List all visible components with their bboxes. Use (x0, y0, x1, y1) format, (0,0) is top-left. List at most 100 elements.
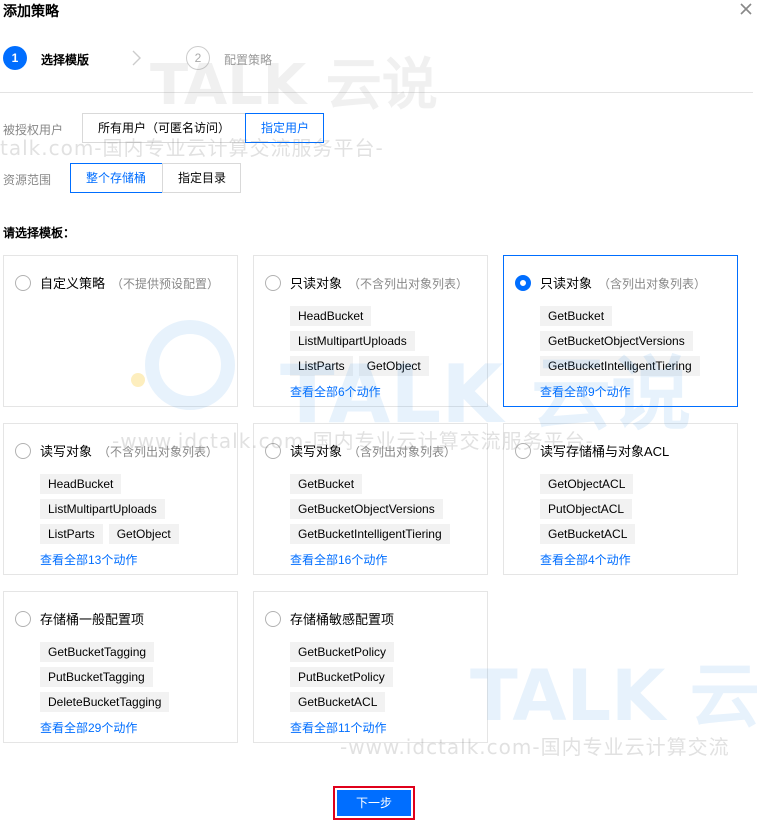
action-tag: GetBucketPolicy (290, 642, 395, 662)
template-card[interactable]: 只读对象 （不含列出对象列表） HeadBucket ListMultipartUpl… (253, 255, 488, 407)
template-card[interactable]: 读写存储桶与对象ACL GetObjectACL PutObjectACL GetBu… (503, 423, 738, 575)
authorized-user-segment: 所有用户（可匿名访问） 指定用户 (82, 113, 324, 143)
action-tag: GetBucketIntelligentTiering (540, 356, 700, 376)
step-2-number: 2 (186, 46, 210, 70)
step-2-label: 配置策略 (224, 53, 273, 67)
tag-row: GetBucketObjectVersions (290, 499, 485, 519)
action-tags: GetBucketPolicy PutBucketPolicy GetBucketA… (290, 642, 485, 717)
template-title: 读写存储桶与对象ACL (540, 441, 669, 460)
view-all-actions-link[interactable]: 查看全部16个动作 (290, 551, 387, 568)
tag-row: GetBucketPolicy (290, 642, 485, 662)
template-title: 读写对象 （不含列出对象列表） (40, 441, 218, 460)
template-card[interactable]: 存储桶敏感配置项 GetBucketPolicy PutBucketPolicy Ge… (253, 591, 488, 743)
template-subtitle: （不含列出对象列表） (98, 445, 219, 459)
template-card[interactable]: 存储桶一般配置项 GetBucketTagging PutBucketTagging… (3, 591, 238, 743)
tag-row: PutObjectACL (540, 499, 735, 519)
tag-row: PutBucketTagging (40, 667, 235, 687)
tag-row: ListParts GetObject (290, 356, 485, 376)
resource-scope-label: 资源范围 (3, 173, 52, 187)
action-tag: PutBucketTagging (40, 667, 153, 687)
action-tag: PutObjectACL (540, 499, 633, 519)
templates-title: 请选择模板： (3, 226, 76, 240)
template-title-text: 只读对象 (290, 276, 343, 291)
tag-row: GetBucketACL (290, 692, 485, 712)
template-card[interactable]: 读写对象 （含列出对象列表） GetBucket GetBucketObjectVer… (253, 423, 488, 575)
action-tag: GetBucketIntelligentTiering (290, 524, 450, 544)
action-tag: GetBucket (540, 306, 613, 326)
tag-row: GetBucketTagging (40, 642, 235, 662)
view-all-actions-link[interactable]: 查看全部29个动作 (40, 719, 137, 736)
action-tag: DeleteBucketTagging (40, 692, 170, 712)
step-1-number: 1 (3, 46, 27, 70)
next-button-highlight: 下一步 (333, 786, 415, 820)
radio-button[interactable] (15, 611, 31, 627)
tag-row: GetBucketIntelligentTiering (540, 356, 735, 376)
action-tag: ListParts (290, 356, 353, 376)
template-subtitle: （不提供预设配置） (111, 277, 220, 291)
action-tags: GetBucketTagging PutBucketTagging DeleteBu… (40, 642, 235, 717)
action-tag: GetBucketACL (540, 524, 636, 544)
action-tag: HeadBucket (290, 306, 372, 326)
action-tags: GetObjectACL PutObjectACL GetBucketACL (540, 474, 735, 549)
radio-button[interactable] (515, 275, 531, 291)
template-title: 只读对象 （不含列出对象列表） (290, 273, 468, 292)
action-tag: GetObjectACL (540, 474, 634, 494)
close-icon[interactable] (739, 2, 753, 16)
template-subtitle: （含列出对象列表） (348, 445, 457, 459)
step-indicator: 1 选择模版 2 配置策略 (3, 44, 333, 72)
radio-button[interactable] (265, 611, 281, 627)
view-all-actions-link[interactable]: 查看全部4个动作 (540, 551, 631, 568)
template-subtitle: （不含列出对象列表） (348, 277, 469, 291)
radio-button[interactable] (15, 443, 31, 459)
action-tag: ListParts (40, 524, 103, 544)
view-all-actions-link[interactable]: 查看全部9个动作 (540, 383, 631, 400)
template-title: 只读对象 （含列出对象列表） (540, 273, 706, 292)
action-tag: GetBucket (290, 474, 363, 494)
tag-row: GetBucket (540, 306, 735, 326)
template-title-text: 读写存储桶与对象ACL (540, 444, 670, 459)
radio-button[interactable] (15, 275, 31, 291)
template-title-text: 存储桶敏感配置项 (290, 612, 395, 627)
action-tag: GetBucketObjectVersions (540, 331, 693, 351)
view-all-actions-link[interactable]: 查看全部13个动作 (40, 551, 137, 568)
template-title: 存储桶一般配置项 (40, 609, 144, 628)
template-card[interactable]: 自定义策略 （不提供预设配置） (3, 255, 238, 407)
action-tag: ListMultipartUploads (40, 499, 165, 519)
next-button[interactable]: 下一步 (337, 790, 411, 816)
radio-button[interactable] (515, 443, 531, 459)
action-tag: ListMultipartUploads (290, 331, 415, 351)
option-specified-directory[interactable]: 指定目录 (162, 163, 241, 193)
option-specified-user[interactable]: 指定用户 (245, 113, 324, 143)
step-divider (0, 92, 753, 93)
authorized-user-label: 被授权用户 (3, 123, 64, 137)
template-title-text: 自定义策略 (40, 276, 106, 291)
tag-row: ListMultipartUploads (290, 331, 485, 351)
watermark-brand-3: TALK 云说 (470, 655, 757, 737)
template-subtitle: （含列出对象列表） (598, 277, 707, 291)
action-tag: GetBucketTagging (40, 642, 155, 662)
template-card[interactable]: 读写对象 （不含列出对象列表） HeadBucket ListMultipartUpl… (3, 423, 238, 575)
action-tag: HeadBucket (40, 474, 122, 494)
radio-button[interactable] (265, 443, 281, 459)
action-tag: GetObject (108, 524, 179, 544)
template-card[interactable]: 只读对象 （含列出对象列表） GetBucket GetBucketObjectVer… (503, 255, 738, 407)
tag-row: GetBucketObjectVersions (540, 331, 735, 351)
tag-row: PutBucketPolicy (290, 667, 485, 687)
tag-row: HeadBucket (290, 306, 485, 326)
step-1-label: 选择模版 (41, 53, 90, 67)
action-tag: PutBucketPolicy (290, 667, 393, 687)
tag-row: GetBucketACL (540, 524, 735, 544)
action-tag: GetObject (358, 356, 429, 376)
template-title: 读写对象 （含列出对象列表） (290, 441, 456, 460)
radio-button[interactable] (265, 275, 281, 291)
action-tag: GetBucketObjectVersions (290, 499, 443, 519)
option-all-users[interactable]: 所有用户（可匿名访问） (82, 113, 246, 143)
tag-row: DeleteBucketTagging (40, 692, 235, 712)
view-all-actions-link[interactable]: 查看全部11个动作 (290, 719, 386, 736)
chevron-right-icon (129, 49, 145, 67)
view-all-actions-link[interactable]: 查看全部6个动作 (290, 383, 381, 400)
template-title-text: 读写对象 (40, 444, 93, 459)
action-tags: GetBucket GetBucketObjectVersions GetBucke… (290, 474, 485, 549)
option-whole-bucket[interactable]: 整个存储桶 (70, 163, 163, 193)
tag-row: GetBucketIntelligentTiering (290, 524, 485, 544)
